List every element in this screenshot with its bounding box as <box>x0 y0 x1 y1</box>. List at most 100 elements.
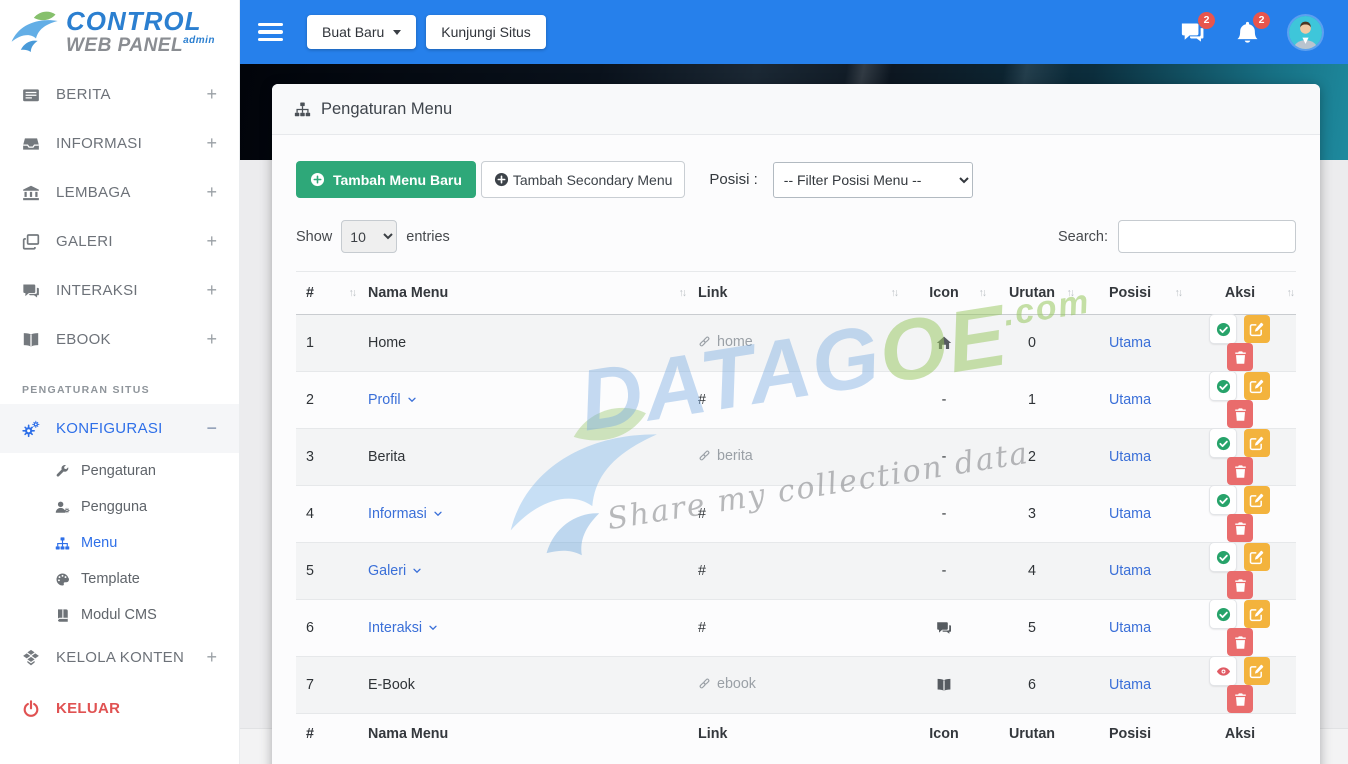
trash-icon <box>1233 635 1248 650</box>
menu-name-dropdown[interactable]: Profil <box>368 392 417 408</box>
col-header-posisi[interactable]: Posisi↑↓ <box>1076 272 1184 315</box>
bird-logo-icon <box>10 10 62 54</box>
expand-plus-icon: + <box>206 280 217 301</box>
filter-posisi-select[interactable]: -- Filter Posisi Menu -- <box>773 162 973 198</box>
posisi-link[interactable]: Utama <box>1109 392 1151 408</box>
status-active-button[interactable] <box>1210 429 1236 457</box>
edit-button[interactable] <box>1244 372 1270 400</box>
brand-logo[interactable]: CONTROL WEB PANELadmin <box>0 0 239 64</box>
col-header-aksi[interactable]: Aksi↑↓ <box>1184 272 1296 315</box>
delete-button[interactable] <box>1227 343 1253 371</box>
tambah-secondary-menu-button[interactable]: Tambah Secondary Menu <box>481 161 686 198</box>
urutan-value: 4 <box>988 543 1076 600</box>
menu-name-dropdown[interactable]: Informasi <box>368 506 443 522</box>
expand-plus-icon: + <box>206 182 217 203</box>
check-circle-icon <box>1216 607 1231 622</box>
sidebar: CONTROL WEB PANELadmin BERITA + INFORMAS… <box>0 0 240 764</box>
kunjungi-situs-button[interactable]: Kunjungi Situs <box>426 15 546 49</box>
menu-table: #↑↓ Nama Menu↑↓ Link↑↓ Icon↑↓ Urutan↑↓ P… <box>296 271 1296 755</box>
delete-button[interactable] <box>1227 400 1253 428</box>
urutan-value: 3 <box>988 486 1076 543</box>
edit-button[interactable] <box>1244 657 1270 685</box>
sort-icon: ↑↓ <box>679 287 686 299</box>
edit-button[interactable] <box>1244 429 1270 457</box>
trash-icon <box>1233 578 1248 593</box>
status-hidden-button[interactable] <box>1210 657 1236 685</box>
delete-button[interactable] <box>1227 514 1253 542</box>
posisi-link[interactable]: Utama <box>1109 677 1151 693</box>
sidebar-item-keluar[interactable]: KELUAR <box>0 684 239 733</box>
inbox-icon <box>22 135 40 153</box>
urutan-value: 6 <box>988 657 1076 714</box>
sidebar-item-informasi[interactable]: INFORMASI + <box>0 119 239 168</box>
hamburger-menu-icon[interactable] <box>258 23 283 42</box>
row-number: 2 <box>296 372 358 429</box>
delete-button[interactable] <box>1227 571 1253 599</box>
trash-icon <box>1233 407 1248 422</box>
posisi-link[interactable]: Utama <box>1109 449 1151 465</box>
sidebar-item-ebook[interactable]: EBOOK + <box>0 315 239 364</box>
posisi-link[interactable]: Utama <box>1109 563 1151 579</box>
boxes-icon <box>22 649 40 667</box>
status-active-button[interactable] <box>1210 315 1236 343</box>
col-header-num[interactable]: #↑↓ <box>296 272 358 315</box>
user-avatar[interactable] <box>1289 16 1322 49</box>
sidebar-subitem-menu[interactable]: Menu <box>0 525 239 561</box>
status-active-button[interactable] <box>1210 543 1236 571</box>
sidebar-item-berita[interactable]: BERITA + <box>0 70 239 119</box>
sidebar-item-konfigurasi[interactable]: KONFIGURASI − <box>0 404 239 453</box>
icon-dash: - <box>900 486 988 543</box>
notifications-button[interactable]: 2 <box>1235 20 1260 45</box>
page-length-select[interactable]: 10 <box>341 220 397 253</box>
sidebar-subitem-modul-cms[interactable]: Modul CMS <box>0 597 239 633</box>
comments-icon <box>936 620 952 636</box>
avatar-image <box>1289 16 1322 49</box>
edit-button[interactable] <box>1244 600 1270 628</box>
edit-icon <box>1249 607 1264 622</box>
col-header-nama-menu[interactable]: Nama Menu↑↓ <box>358 272 688 315</box>
buat-baru-button[interactable]: Buat Baru <box>307 15 416 49</box>
delete-button[interactable] <box>1227 457 1253 485</box>
posisi-link[interactable]: Utama <box>1109 506 1151 522</box>
link-icon <box>698 449 711 462</box>
posisi-link[interactable]: Utama <box>1109 335 1151 351</box>
power-icon <box>22 700 40 718</box>
delete-button[interactable] <box>1227 628 1253 656</box>
sidebar-subitem-pengaturan[interactable]: Pengaturan <box>0 453 239 489</box>
posisi-link[interactable]: Utama <box>1109 620 1151 636</box>
edit-button[interactable] <box>1244 486 1270 514</box>
menu-link[interactable]: berita <box>698 448 753 464</box>
book-open-icon <box>22 331 40 349</box>
panel-body: Tambah Menu Baru Tambah Secondary Menu P… <box>272 135 1320 764</box>
sidebar-item-galeri[interactable]: GALERI + <box>0 217 239 266</box>
edit-button[interactable] <box>1244 543 1270 571</box>
chevron-down-icon <box>433 509 443 519</box>
brand-badge: admin <box>183 35 215 46</box>
menu-link[interactable]: ebook <box>698 676 756 692</box>
trash-icon <box>1233 692 1248 707</box>
status-active-button[interactable] <box>1210 600 1236 628</box>
palette-icon <box>55 572 70 587</box>
menu-link[interactable]: home <box>698 334 753 350</box>
sidebar-item-kelola-konten[interactable]: KELOLA KONTEN + <box>0 633 239 682</box>
sidebar-subitem-pengguna[interactable]: Pengguna <box>0 489 239 525</box>
datatable-controls: Show 10 entries Search: <box>296 220 1296 253</box>
sidebar-item-interaksi[interactable]: INTERAKSI + <box>0 266 239 315</box>
tambah-menu-baru-button[interactable]: Tambah Menu Baru <box>296 161 476 198</box>
menu-name-dropdown[interactable]: Interaksi <box>368 620 438 636</box>
status-active-button[interactable] <box>1210 486 1236 514</box>
delete-button[interactable] <box>1227 685 1253 713</box>
col-header-urutan[interactable]: Urutan↑↓ <box>988 272 1076 315</box>
search-input[interactable] <box>1118 220 1296 253</box>
col-header-icon[interactable]: Icon↑↓ <box>900 272 988 315</box>
sidebar-subitem-template[interactable]: Template <box>0 561 239 597</box>
edit-button[interactable] <box>1244 315 1270 343</box>
gears-icon <box>22 420 40 438</box>
table-row: 5 Galeri # - 4 Utama <box>296 543 1296 600</box>
menu-name-dropdown[interactable]: Galeri <box>368 563 422 579</box>
status-active-button[interactable] <box>1210 372 1236 400</box>
sidebar-item-lembaga[interactable]: LEMBAGA + <box>0 168 239 217</box>
messages-button[interactable]: 2 <box>1180 20 1205 45</box>
menu-name: E-Book <box>368 677 415 693</box>
col-header-link[interactable]: Link↑↓ <box>688 272 900 315</box>
